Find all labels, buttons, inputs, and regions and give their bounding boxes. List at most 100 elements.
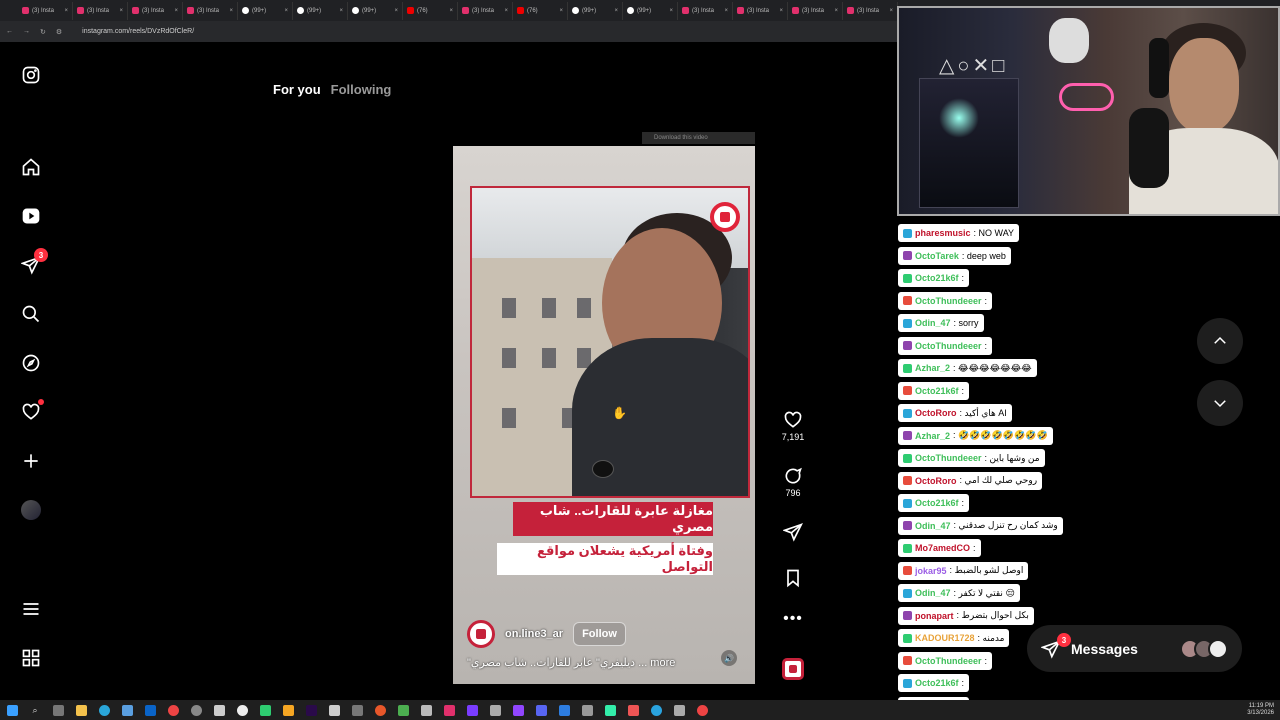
chat-username[interactable]: OctoThundeeer (915, 341, 982, 351)
plus-icon[interactable] (20, 450, 42, 472)
chat-username[interactable]: OctoThundeeer (915, 453, 982, 463)
reels-icon[interactable] (20, 205, 42, 227)
close-tab-icon[interactable]: × (559, 8, 563, 14)
next-reel-button[interactable] (1197, 380, 1243, 426)
instagram-logo-icon[interactable] (20, 64, 42, 86)
browser-tab[interactable]: (99+) × (623, 1, 678, 20)
app-icon[interactable] (188, 703, 204, 717)
browser-tab[interactable]: (3) Insta × (733, 1, 788, 20)
heart-icon[interactable] (20, 399, 44, 423)
edge-icon[interactable] (96, 703, 112, 717)
close-tab-icon[interactable]: × (504, 8, 508, 14)
store-icon[interactable] (119, 703, 135, 717)
chat-username[interactable]: ponapart (915, 611, 954, 621)
account-avatar[interactable] (467, 620, 495, 648)
app-icon[interactable] (602, 703, 618, 717)
browser-tab[interactable]: (3) Insta × (128, 1, 183, 20)
chat-username[interactable]: pharesmusic (915, 228, 971, 238)
chat-username[interactable]: KADOUR1728 (915, 633, 975, 643)
close-tab-icon[interactable]: × (669, 8, 673, 14)
chat-username[interactable]: Octo21k6f (915, 386, 959, 396)
telegram-icon[interactable] (648, 703, 664, 717)
app-icon[interactable] (234, 703, 250, 717)
reel-description[interactable]: "ديليفري" عابر للقارات.. شاب مصري ... mo… (467, 656, 675, 669)
close-tab-icon[interactable]: × (394, 8, 398, 14)
app-icon[interactable] (349, 703, 365, 717)
back-arrow-icon[interactable]: ← (6, 28, 13, 35)
chat-username[interactable]: OctoThundeeer (915, 296, 982, 306)
browser-tab[interactable]: (76) × (403, 1, 458, 20)
close-tab-icon[interactable]: × (119, 8, 123, 14)
home-icon[interactable] (20, 156, 42, 178)
browser-tab[interactable]: (3) Insta × (788, 1, 843, 20)
browser-tab[interactable]: (3) Insta × (73, 1, 128, 20)
close-tab-icon[interactable]: × (449, 8, 453, 14)
close-tab-icon[interactable]: × (724, 8, 728, 14)
browser-tab[interactable]: (76) × (513, 1, 568, 20)
browser-tab[interactable]: (3) Insta × (458, 1, 513, 20)
premiere-icon[interactable] (303, 703, 319, 717)
profile-avatar[interactable] (20, 499, 42, 521)
browser-tab[interactable]: (3) Insta × (183, 1, 238, 20)
chat-username[interactable]: Azhar_2 (915, 431, 950, 441)
app-icon[interactable] (257, 703, 273, 717)
app-icon[interactable] (418, 703, 434, 717)
chat-username[interactable]: Azhar_2 (915, 363, 950, 373)
chat-username[interactable]: Mo7amedCO (915, 543, 970, 553)
audio-thumbnail[interactable] (778, 658, 808, 680)
tab-for-you[interactable]: For you (273, 82, 321, 97)
outlook-icon[interactable] (142, 703, 158, 717)
download-video-bar[interactable]: Download this video (642, 132, 755, 144)
app-icon[interactable] (556, 703, 572, 717)
comment-button[interactable]: 796 (778, 466, 808, 498)
close-tab-icon[interactable]: × (614, 8, 618, 14)
tab-following[interactable]: Following (331, 82, 392, 97)
account-username[interactable]: on.line3_ar (505, 628, 563, 640)
search-icon[interactable] (20, 303, 42, 325)
reload-icon[interactable]: ↻ (40, 28, 46, 36)
chat-username[interactable]: Octo21k6f (915, 273, 959, 283)
close-tab-icon[interactable]: × (64, 8, 68, 14)
follow-button[interactable]: Follow (573, 622, 626, 646)
app-icon[interactable] (671, 703, 687, 717)
chat-username[interactable]: Octo21k6f (915, 498, 959, 508)
app-icon[interactable] (211, 703, 227, 717)
site-info-icon[interactable]: ⚙ (56, 28, 62, 36)
chat-username[interactable]: Odin_47 (915, 588, 951, 598)
close-tab-icon[interactable]: × (174, 8, 178, 14)
chat-username[interactable]: Odin_47 (915, 318, 951, 328)
browser-tab[interactable]: (99+) × (568, 1, 623, 20)
direct-send-icon[interactable]: 3 (20, 248, 48, 276)
app-icon[interactable] (395, 703, 411, 717)
previous-reel-button[interactable] (1197, 318, 1243, 364)
close-tab-icon[interactable]: × (339, 8, 343, 14)
app-icon[interactable] (372, 703, 388, 717)
url-field[interactable]: instagram.com/reels/DVzRdOfCleR/ (82, 28, 194, 35)
share-button[interactable] (778, 522, 808, 542)
chat-username[interactable]: Octo21k6f (915, 678, 959, 688)
save-button[interactable] (778, 568, 808, 588)
browser-tab[interactable]: (99+) × (293, 1, 348, 20)
app-icon[interactable] (579, 703, 595, 717)
close-tab-icon[interactable]: × (889, 8, 893, 14)
close-tab-icon[interactable]: × (834, 8, 838, 14)
close-tab-icon[interactable]: × (779, 8, 783, 14)
chat-username[interactable]: OctoTarek (915, 251, 959, 261)
app-icon[interactable] (487, 703, 503, 717)
browser-tab[interactable]: (3) Insta × (843, 1, 898, 20)
browser-tab[interactable]: (99+) × (238, 1, 293, 20)
like-button[interactable]: 7,191 (778, 410, 808, 442)
reel-video[interactable]: مغازلة عابرة للقارات.. شاب مصري وفتاة أم… (453, 146, 755, 684)
file-explorer-icon[interactable] (73, 703, 89, 717)
app-icon[interactable] (326, 703, 342, 717)
chrome-icon[interactable] (694, 703, 710, 717)
close-tab-icon[interactable]: × (229, 8, 233, 14)
forward-arrow-icon[interactable]: → (23, 28, 30, 35)
chrome-icon[interactable] (165, 703, 181, 717)
chat-username[interactable]: OctoRoro (915, 476, 957, 486)
browser-tab[interactable]: (3) Insta × (678, 1, 733, 20)
mute-icon[interactable]: 🔊 (721, 650, 737, 666)
chat-username[interactable]: jokar95 (915, 566, 947, 576)
search-icon[interactable]: ⌕ (27, 703, 43, 717)
app-icon[interactable] (533, 703, 549, 717)
